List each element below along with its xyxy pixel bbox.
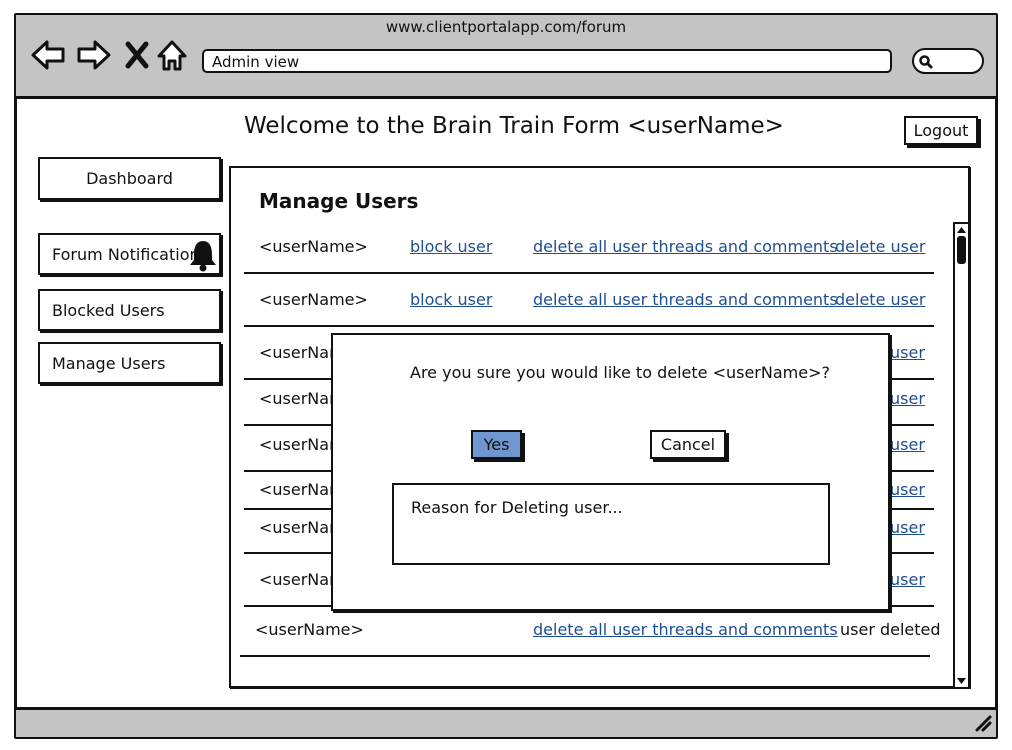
user-name: <userName> <box>259 237 368 256</box>
sidebar-item-dashboard[interactable]: Dashboard <box>38 157 221 200</box>
page-title: Welcome to the Brain Train Form <userNam… <box>244 113 784 139</box>
row-divider <box>244 272 934 274</box>
sidebar-item-blocked-users[interactable]: Blocked Users <box>38 289 221 331</box>
delete-user-link[interactable]: user <box>890 435 925 454</box>
delete-user-link[interactable]: user <box>890 480 925 499</box>
delete-user-link[interactable]: delete user <box>835 290 925 309</box>
back-arrow-icon[interactable] <box>30 38 66 72</box>
delete-threads-link[interactable]: delete all user threads and comments <box>533 237 838 256</box>
scroll-down-icon[interactable] <box>955 676 968 686</box>
page-url: www.clientportalapp.com/forum <box>385 18 627 36</box>
sidebar-item-forum-notifications[interactable]: Forum Notifications <box>38 233 221 275</box>
user-name: <userName> <box>255 620 364 639</box>
delete-user-link[interactable]: delete user <box>835 237 925 256</box>
dialog-question: Are you sure you would like to delete <u… <box>410 363 830 382</box>
resize-grip-icon[interactable] <box>972 712 994 734</box>
logout-button[interactable]: Logout <box>904 116 978 145</box>
forward-arrow-icon[interactable] <box>76 38 112 72</box>
sidebar-item-manage-users[interactable]: Manage Users <box>38 342 221 384</box>
sidebar-item-label: Manage Users <box>52 353 166 373</box>
panel-title: Manage Users <box>259 189 419 213</box>
user-deleted-status: user deleted <box>840 620 941 639</box>
status-bar <box>16 707 996 737</box>
scroll-up-icon[interactable] <box>955 225 968 235</box>
scrollbar-thumb[interactable] <box>957 236 966 264</box>
row-divider <box>244 325 934 327</box>
block-user-link[interactable]: block user <box>410 290 492 309</box>
delete-user-link[interactable]: user <box>890 518 925 537</box>
yes-button[interactable]: Yes <box>471 430 522 459</box>
delete-user-link[interactable]: user <box>890 343 925 362</box>
reason-textarea[interactable]: Reason for Deleting user... <box>392 483 830 565</box>
search-icon <box>919 55 933 69</box>
cancel-button[interactable]: Cancel <box>650 430 726 459</box>
scrollbar[interactable] <box>953 222 970 689</box>
address-bar[interactable]: Admin view <box>202 49 892 73</box>
row-divider <box>240 655 930 657</box>
browser-search[interactable] <box>912 48 984 74</box>
sidebar-item-label: Dashboard <box>86 169 173 188</box>
block-user-link[interactable]: block user <box>410 237 492 256</box>
sidebar-item-label: Blocked Users <box>52 300 165 320</box>
user-name: <userName> <box>259 290 368 309</box>
delete-threads-link[interactable]: delete all user threads and comments <box>533 620 838 639</box>
delete-threads-link[interactable]: delete all user threads and comments <box>533 290 838 309</box>
address-value: Admin view <box>212 53 300 71</box>
close-icon[interactable] <box>120 38 156 72</box>
delete-user-link[interactable]: user <box>890 389 925 408</box>
sidebar-item-label: Forum Notifications <box>52 244 208 264</box>
bell-icon <box>190 241 216 272</box>
delete-user-link[interactable]: user <box>890 570 925 589</box>
home-icon[interactable] <box>155 38 191 72</box>
reason-placeholder: Reason for Deleting user... <box>411 498 623 517</box>
